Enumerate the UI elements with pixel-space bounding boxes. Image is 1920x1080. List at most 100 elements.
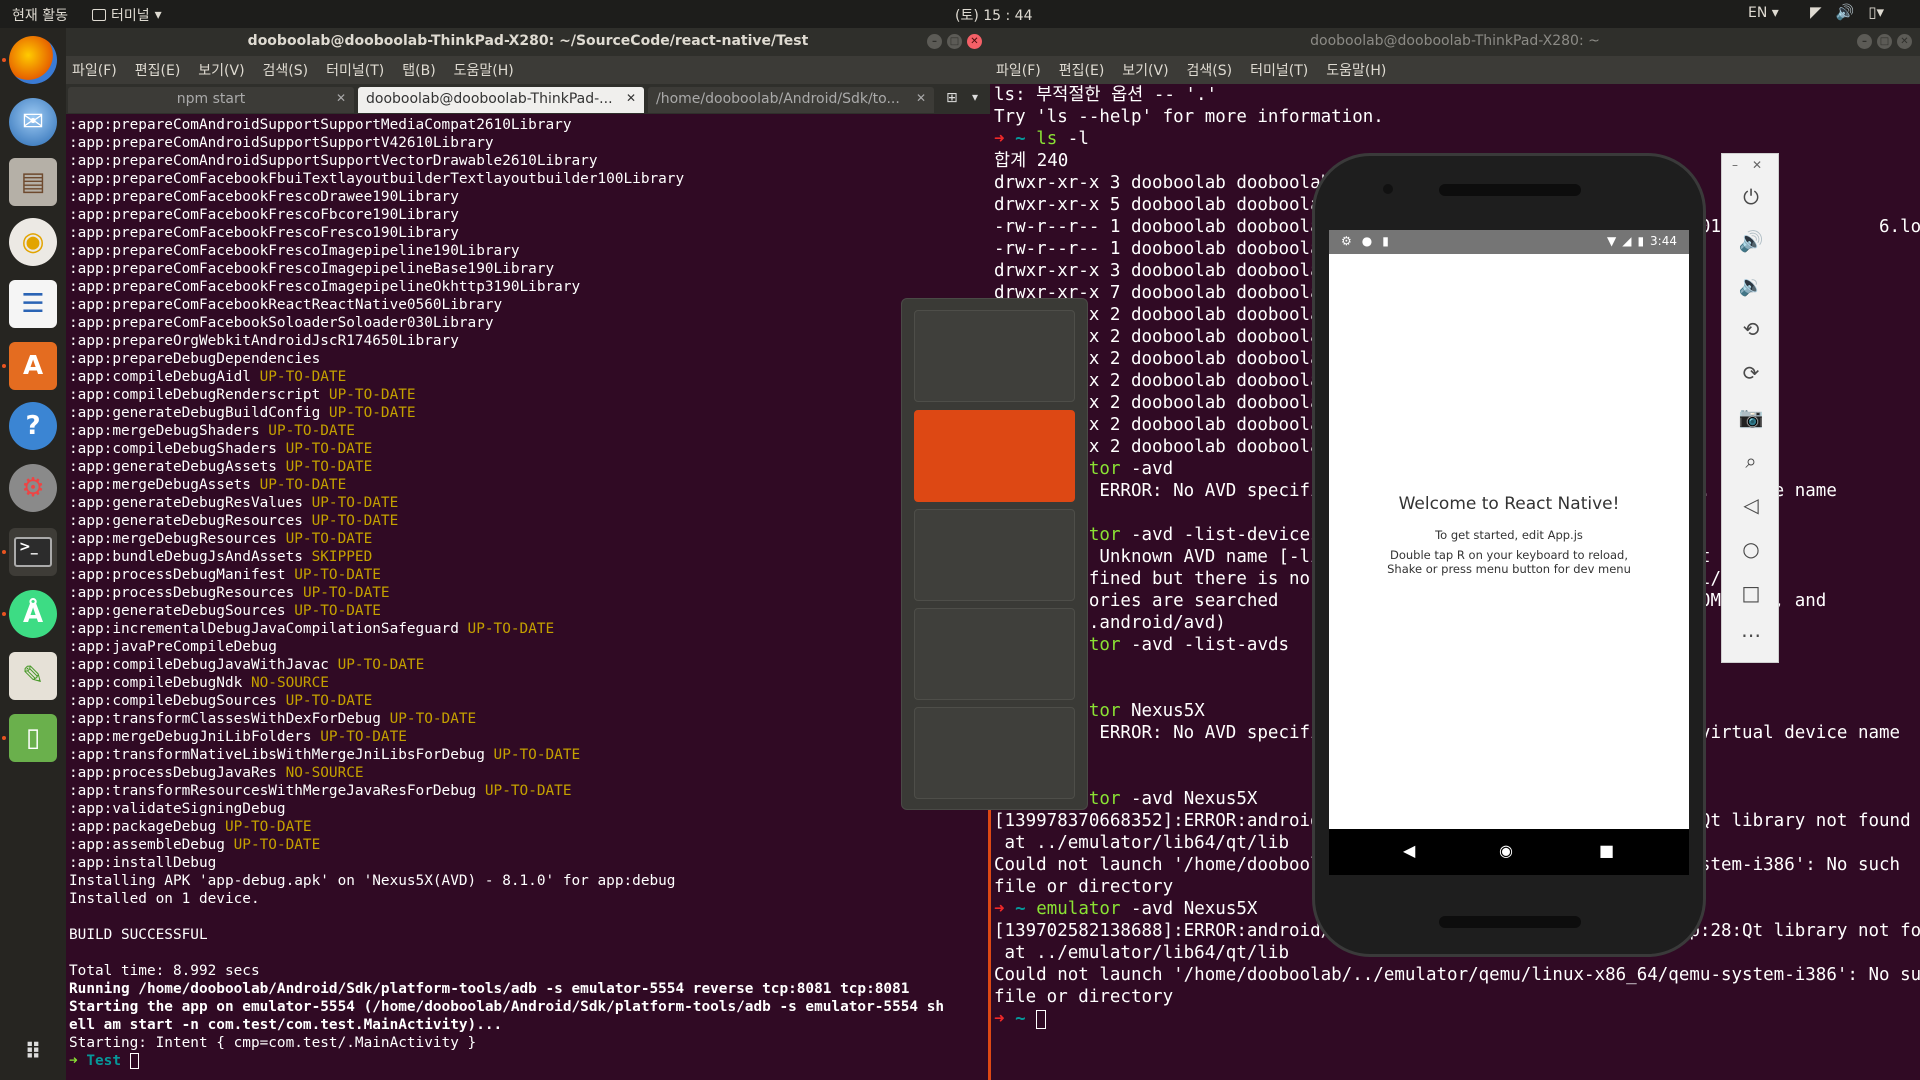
ubuntu-software-icon[interactable]: A — [9, 342, 57, 390]
workspace-2[interactable] — [914, 410, 1075, 502]
recents-nav-icon[interactable]: ■ — [1599, 841, 1614, 860]
workspace-3[interactable] — [914, 509, 1075, 601]
prompt-arrow: ➜ — [994, 129, 1005, 149]
rotate-left-icon[interactable]: ⟲ — [1738, 316, 1764, 342]
rhythmbox-icon[interactable]: ◉ — [9, 218, 57, 266]
left-window-titlebar[interactable]: dooboolab@dooboolab-ThinkPad-X280: ~/Sou… — [66, 28, 990, 56]
close-button[interactable]: ✕ — [1897, 34, 1912, 49]
menu-item[interactable]: 터미널(T) — [326, 60, 384, 80]
workspace-1[interactable] — [914, 310, 1075, 402]
home-icon[interactable]: ○ — [1738, 536, 1764, 562]
more-icon[interactable]: ⋯ — [1738, 622, 1764, 648]
menu-item[interactable]: 파일(F) — [996, 60, 1041, 80]
tab-list-chevron-icon[interactable]: ▾ — [972, 90, 978, 104]
terminal-line: Total time: 8.992 secs — [69, 962, 990, 980]
volume-up-icon[interactable]: 🔊 — [1738, 228, 1764, 254]
sync-icon: ● — [1361, 234, 1373, 248]
line-text: at ../emulator/lib64/qt/lib — [994, 833, 1290, 853]
prompt-arrow: ➜ — [69, 1053, 78, 1069]
rotate-right-icon[interactable]: ⟳ — [1738, 360, 1764, 386]
task-status: UP-TO-DATE — [294, 603, 381, 619]
home-nav-icon[interactable]: ◉ — [1499, 841, 1513, 860]
terminal-icon[interactable]: >_ — [9, 528, 57, 576]
camera-icon[interactable]: 📷 — [1738, 404, 1764, 430]
battery-icon: ▮ — [1637, 234, 1645, 248]
line-text: Could not launch '/home/dooboolab/../emu… — [994, 965, 1920, 985]
terminal-line: Running /home/dooboolab/Android/Sdk/plat… — [69, 980, 990, 998]
back-nav-icon[interactable]: ◀ — [1403, 841, 1415, 860]
system-tray[interactable]: ◤ 🔊 ▯▾ — [1810, 3, 1884, 21]
maximize-button[interactable]: □ — [1877, 34, 1892, 49]
menu-item[interactable]: 편집(E) — [135, 60, 181, 80]
workspace-switcher — [901, 298, 1088, 810]
left-window-title: dooboolab@dooboolab-ThinkPad-X280: ~/Sou… — [247, 33, 809, 49]
left-terminal-output[interactable]: :app:prepareComAndroidSupportSupportMedi… — [66, 114, 990, 1080]
tab-npm-start[interactable]: npm start ✕ — [68, 87, 354, 113]
close-icon[interactable]: ✕ — [336, 91, 346, 105]
emulator-screen[interactable]: ⚙ ● ▮ ▼ ◢ ▮ 3:44 Welcome to React Native… — [1329, 230, 1689, 875]
task-status: UP-TO-DATE — [285, 531, 373, 547]
menu-item[interactable]: 보기(V) — [198, 60, 244, 80]
maximize-button[interactable]: □ — [947, 34, 962, 49]
activities-button[interactable]: 현재 활동 — [12, 5, 68, 25]
menu-item[interactable]: 터미널(T) — [1250, 60, 1308, 80]
apps-grid-icon[interactable]: ⠿ — [9, 1028, 57, 1076]
terminal-line: :app:transformNativeLibsWithMergeJniLibs… — [69, 746, 990, 764]
thunderbird-icon[interactable]: ✉ — [9, 98, 57, 146]
menu-item[interactable]: 보기(V) — [1122, 60, 1168, 80]
right-window-titlebar[interactable]: dooboolab@dooboolab-ThinkPad-X280: ~ – □… — [990, 28, 1920, 56]
volume-down-icon[interactable]: 🔉 — [1738, 272, 1764, 298]
line-text: :app:compileDebugRenderscript — [69, 387, 329, 403]
terminal-line: :app:javaPreCompileDebug — [69, 638, 990, 656]
close-button[interactable]: ✕ — [967, 34, 982, 49]
overview-icon[interactable]: □ — [1738, 580, 1764, 606]
task-status: UP-TO-DATE — [311, 495, 399, 511]
tab-home-shell[interactable]: dooboolab@dooboolab-ThinkPad-... ✕ — [358, 87, 644, 113]
menu-item[interactable]: 도움말(H) — [1326, 60, 1386, 80]
android-studio-icon[interactable]: Å — [9, 590, 57, 638]
line-text: :app:installDebug — [69, 855, 217, 871]
minimize-icon[interactable]: – — [1732, 158, 1738, 172]
workspace-4[interactable] — [914, 608, 1075, 700]
app-menu[interactable]: 터미널 ▾ — [92, 5, 162, 25]
minimize-button[interactable]: – — [927, 34, 942, 49]
close-icon[interactable]: ✕ — [916, 91, 926, 105]
menu-item[interactable]: 파일(F) — [72, 60, 117, 80]
tab-sdk-tools[interactable]: /home/dooboolab/Android/Sdk/to... ✕ — [648, 87, 934, 113]
line-text: Starting: Intent { cmp=com.test/.MainAct… — [69, 1035, 477, 1051]
line-text: file or directory — [994, 987, 1174, 1007]
menu-item[interactable]: 편집(E) — [1059, 60, 1105, 80]
close-icon[interactable]: ✕ — [1752, 158, 1762, 172]
settings-icon[interactable]: ⚙ — [9, 464, 57, 512]
left-tabbar: npm start ✕ dooboolab@dooboolab-ThinkPad-… — [66, 84, 990, 114]
input-language[interactable]: EN ▾ — [1748, 5, 1779, 21]
workspace-5[interactable] — [914, 707, 1075, 799]
libreoffice-writer-icon[interactable]: ☰ — [9, 280, 57, 328]
menu-item[interactable]: 탭(B) — [402, 60, 435, 80]
line-text: :app:prepareComFacebookFrescoImagepipeli… — [69, 279, 581, 295]
back-icon[interactable]: ◁ — [1738, 492, 1764, 518]
menu-item[interactable]: 검색(S) — [263, 60, 309, 80]
line-text: at ../emulator/lib64/qt/lib — [994, 943, 1290, 963]
window-controls: – □ ✕ — [927, 34, 982, 49]
help-icon[interactable]: ? — [9, 402, 57, 450]
terminal-line: :app:mergeDebugJniLibFolders UP-TO-DATE — [69, 728, 990, 746]
menu-item[interactable]: 검색(S) — [1187, 60, 1233, 80]
zoom-icon[interactable]: ⌕ — [1738, 448, 1764, 474]
prompt-arrow: ➜ — [994, 899, 1005, 919]
power-icon[interactable]: ⏻ — [1738, 184, 1764, 210]
close-icon[interactable]: ✕ — [626, 91, 636, 105]
image-viewer-icon[interactable]: ✎ — [9, 652, 57, 700]
new-tab-icon[interactable]: ⊞ — [946, 90, 958, 106]
files-icon[interactable]: ▤ — [9, 158, 57, 206]
menu-item[interactable]: 도움말(H) — [454, 60, 514, 80]
firefox-icon[interactable] — [9, 36, 57, 84]
line-text: :app:transformResourcesWithMergeJavaResF… — [69, 783, 485, 799]
clock[interactable]: (토) 15 : 44 — [955, 5, 1033, 25]
minimize-button[interactable]: – — [1857, 34, 1872, 49]
android-emulator-icon[interactable]: ▯ — [9, 714, 57, 762]
task-status: UP-TO-DATE — [233, 837, 321, 853]
running-indicator — [2, 736, 6, 740]
terminal-line: :app:processDebugManifest UP-TO-DATE — [69, 566, 990, 584]
terminal-line: :app:prepareComFacebookFrescoFresco190Li… — [69, 224, 990, 242]
